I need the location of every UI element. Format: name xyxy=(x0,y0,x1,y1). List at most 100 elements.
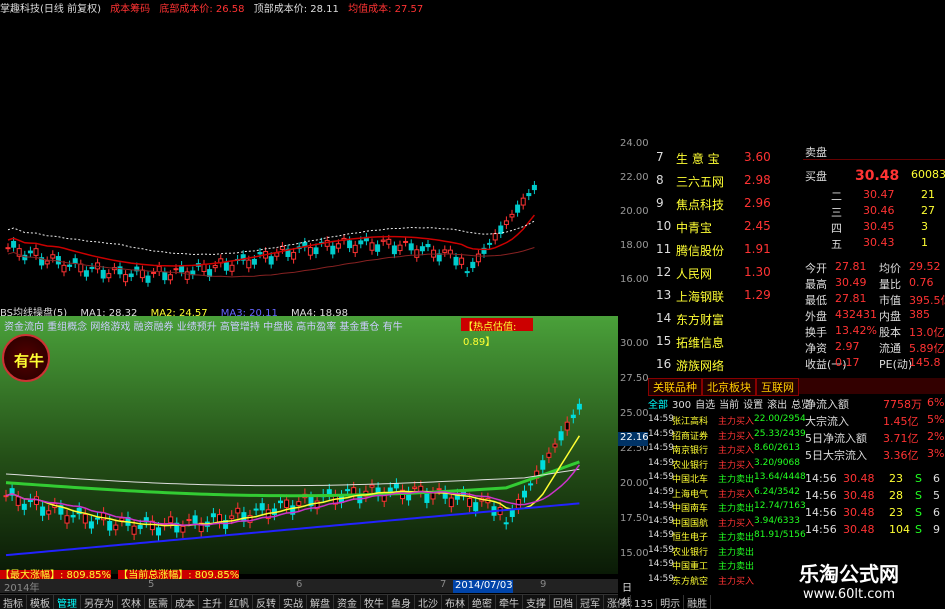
formula-tab[interactable]: 冠军 xyxy=(577,595,604,609)
flow-value: 1.45亿 xyxy=(883,415,919,428)
lower-indicator-chart[interactable] xyxy=(0,316,618,574)
sector-rank-list: 7 生 意 宝 3.60 8 三六五网 2.98 9 焦点科技 2.96 10 中青宝 2.45 11 腾… xyxy=(652,120,800,375)
rank-row[interactable]: 9 焦点科技 2.96 xyxy=(652,196,800,214)
upper-candle xyxy=(151,271,157,274)
upper-candle xyxy=(453,256,459,266)
x-year: 2014年 xyxy=(4,583,40,594)
upper-candle xyxy=(44,260,50,265)
lower-candle xyxy=(82,513,88,524)
trade-row[interactable]: 14:59 上海电气 主力买入 6.24/3542 xyxy=(648,487,800,500)
flow-row: 大宗流入 1.45亿 5% xyxy=(803,413,945,428)
stat-row: 外盘 432431 内盘 385 xyxy=(803,308,945,324)
formula-tab[interactable]: 回档 xyxy=(550,595,577,609)
rank-row[interactable]: 14 东方财富 xyxy=(652,311,800,329)
rank-row[interactable]: 11 腾信股份 1.91 xyxy=(652,242,800,260)
formula-tab[interactable]: 绝密 xyxy=(469,595,496,609)
formula-tab[interactable]: 布林 xyxy=(442,595,469,609)
formula-tab[interactable]: 反转 xyxy=(253,595,280,609)
rank-name: 东方财富 xyxy=(676,313,725,327)
upper-price-chart[interactable] xyxy=(0,14,618,304)
rank-value: 1.29 xyxy=(744,288,771,302)
toolbar-item[interactable]: 滚出 xyxy=(767,400,787,411)
related-tab[interactable]: 关联品种 xyxy=(648,378,702,396)
upper-candle xyxy=(291,251,297,260)
rank-row[interactable]: 16 游族网络 xyxy=(652,357,800,375)
trade-row[interactable]: 14:59 中国北车 主力卖出 13.64/4448 xyxy=(648,472,806,485)
toolbar-item[interactable]: 设置 xyxy=(743,400,763,411)
formula-tab[interactable]: 实战 xyxy=(280,595,307,609)
tick-row: 14:56 30.48 23 S 6 xyxy=(803,472,945,487)
cursor-date: 2014/07/03四 xyxy=(453,580,513,606)
formula-tab[interactable]: 成本 xyxy=(172,595,199,609)
trade-action: 主力买入 xyxy=(718,489,755,500)
rank-row[interactable]: 13 上海钢联 1.29 xyxy=(652,288,800,306)
formula-tab[interactable]: 农林 xyxy=(118,595,145,609)
formula-tab[interactable]: 指标 xyxy=(0,595,27,609)
trade-row[interactable]: 14:59 招商证券 主力买入 25.33/2439 xyxy=(648,429,806,442)
trade-row[interactable]: 14:59 中国国航 主力买入 3.94/6333 xyxy=(648,516,800,529)
formula-tab[interactable]: 另存为 xyxy=(81,595,118,609)
formula-tab[interactable]: 牧牛 xyxy=(361,595,388,609)
toolbar-item[interactable]: 全部 xyxy=(648,400,668,411)
formula-tab[interactable]: 解盘 xyxy=(307,595,334,609)
rank-row[interactable]: 10 中青宝 2.45 xyxy=(652,219,800,237)
trade-row[interactable]: 14:59 恒生电子 主力卖出 81.91/5156 xyxy=(648,530,806,543)
formula-tab[interactable]: 资金 xyxy=(334,595,361,609)
formula-tab[interactable]: 模板 xyxy=(27,595,54,609)
upper-axis-tick: 18.00 xyxy=(620,240,649,251)
lower-axis-tick: 17.50 xyxy=(620,513,649,524)
formula-tab[interactable]: 135 xyxy=(631,599,658,609)
lower-candle xyxy=(259,503,265,511)
trade-time: 14:59 xyxy=(648,559,674,569)
lower-candle xyxy=(436,488,442,491)
rank-row[interactable]: 8 三六五网 2.98 xyxy=(652,173,800,191)
trade-row[interactable]: 14:59 中国南车 主力卖出 12.74/7163 xyxy=(648,501,806,514)
rank-row[interactable]: 15 拓维信息 xyxy=(652,334,800,352)
flow-value: 3.36亿 xyxy=(883,449,919,462)
formula-tab[interactable]: 鱼身 xyxy=(388,595,415,609)
lower-axis-tick: 27.50 xyxy=(620,373,649,384)
tick-time: 14:56 xyxy=(805,489,837,502)
toolbar-item[interactable]: 300 xyxy=(672,400,691,411)
rank-row[interactable]: 12 人民网 1.30 xyxy=(652,265,800,283)
formula-tab[interactable]: 明示 xyxy=(657,595,685,609)
lower-candle xyxy=(107,520,113,531)
formula-tab[interactable]: 红帆 xyxy=(226,595,253,609)
formula-tab[interactable]: 涨停 xyxy=(604,595,631,609)
trade-row[interactable]: 14:59 农业银行 主力买入 3.20/9068 xyxy=(648,458,800,471)
formula-tab[interactable]: 管理 xyxy=(54,595,81,609)
rank-row[interactable]: 7 生 意 宝 3.60 xyxy=(652,150,800,168)
trade-action: 主力买入 xyxy=(718,417,755,427)
watermark-url: www.60lt.com xyxy=(803,587,895,602)
flow-percent: 3% xyxy=(927,447,945,460)
formula-tab[interactable]: 牵牛 xyxy=(496,595,523,609)
upper-candle xyxy=(223,262,229,271)
related-tab[interactable]: 北京板块 xyxy=(702,378,756,396)
tick-row: 14:56 30.48 28 S 5 xyxy=(803,489,945,504)
trade-row[interactable]: 14:59 农业银行 主力卖出 xyxy=(648,545,800,558)
formula-tab[interactable]: 支撑 xyxy=(523,595,550,609)
lower-candle xyxy=(369,484,375,488)
flow-value: 3.71亿 xyxy=(883,432,919,445)
trade-action: 主力卖出 xyxy=(718,504,755,514)
upper-candle xyxy=(55,256,61,265)
upper-candle xyxy=(380,239,386,242)
upper-candle xyxy=(184,271,190,280)
toolbar-item[interactable]: 自选 xyxy=(695,400,715,411)
upper-candle xyxy=(61,264,67,273)
formula-tab[interactable]: 主升 xyxy=(199,595,226,609)
formula-tab[interactable]: 医需 xyxy=(145,595,172,609)
formula-tab[interactable]: 融胜 xyxy=(684,595,712,609)
related-tab[interactable]: 互联网 xyxy=(756,378,799,396)
formula-tab[interactable]: 北沙 xyxy=(415,595,442,609)
tick-side: S xyxy=(915,523,922,536)
upper-candle xyxy=(515,204,521,213)
flow-row: 净流入额 7758万 6% xyxy=(803,396,945,411)
trade-value: 25.33/2439 xyxy=(754,428,806,439)
trade-row[interactable]: 14:59 张江高科 主力买入 22.00/2954 xyxy=(648,414,806,427)
tick-side: S xyxy=(915,506,922,519)
rank-name: 上海钢联 xyxy=(676,290,725,304)
trade-row[interactable]: 14:59 南京银行 主力买入 8.60/2613 xyxy=(648,443,800,456)
gauge-label: 有牛 xyxy=(14,352,45,370)
toolbar-item[interactable]: 当前 xyxy=(719,400,739,411)
